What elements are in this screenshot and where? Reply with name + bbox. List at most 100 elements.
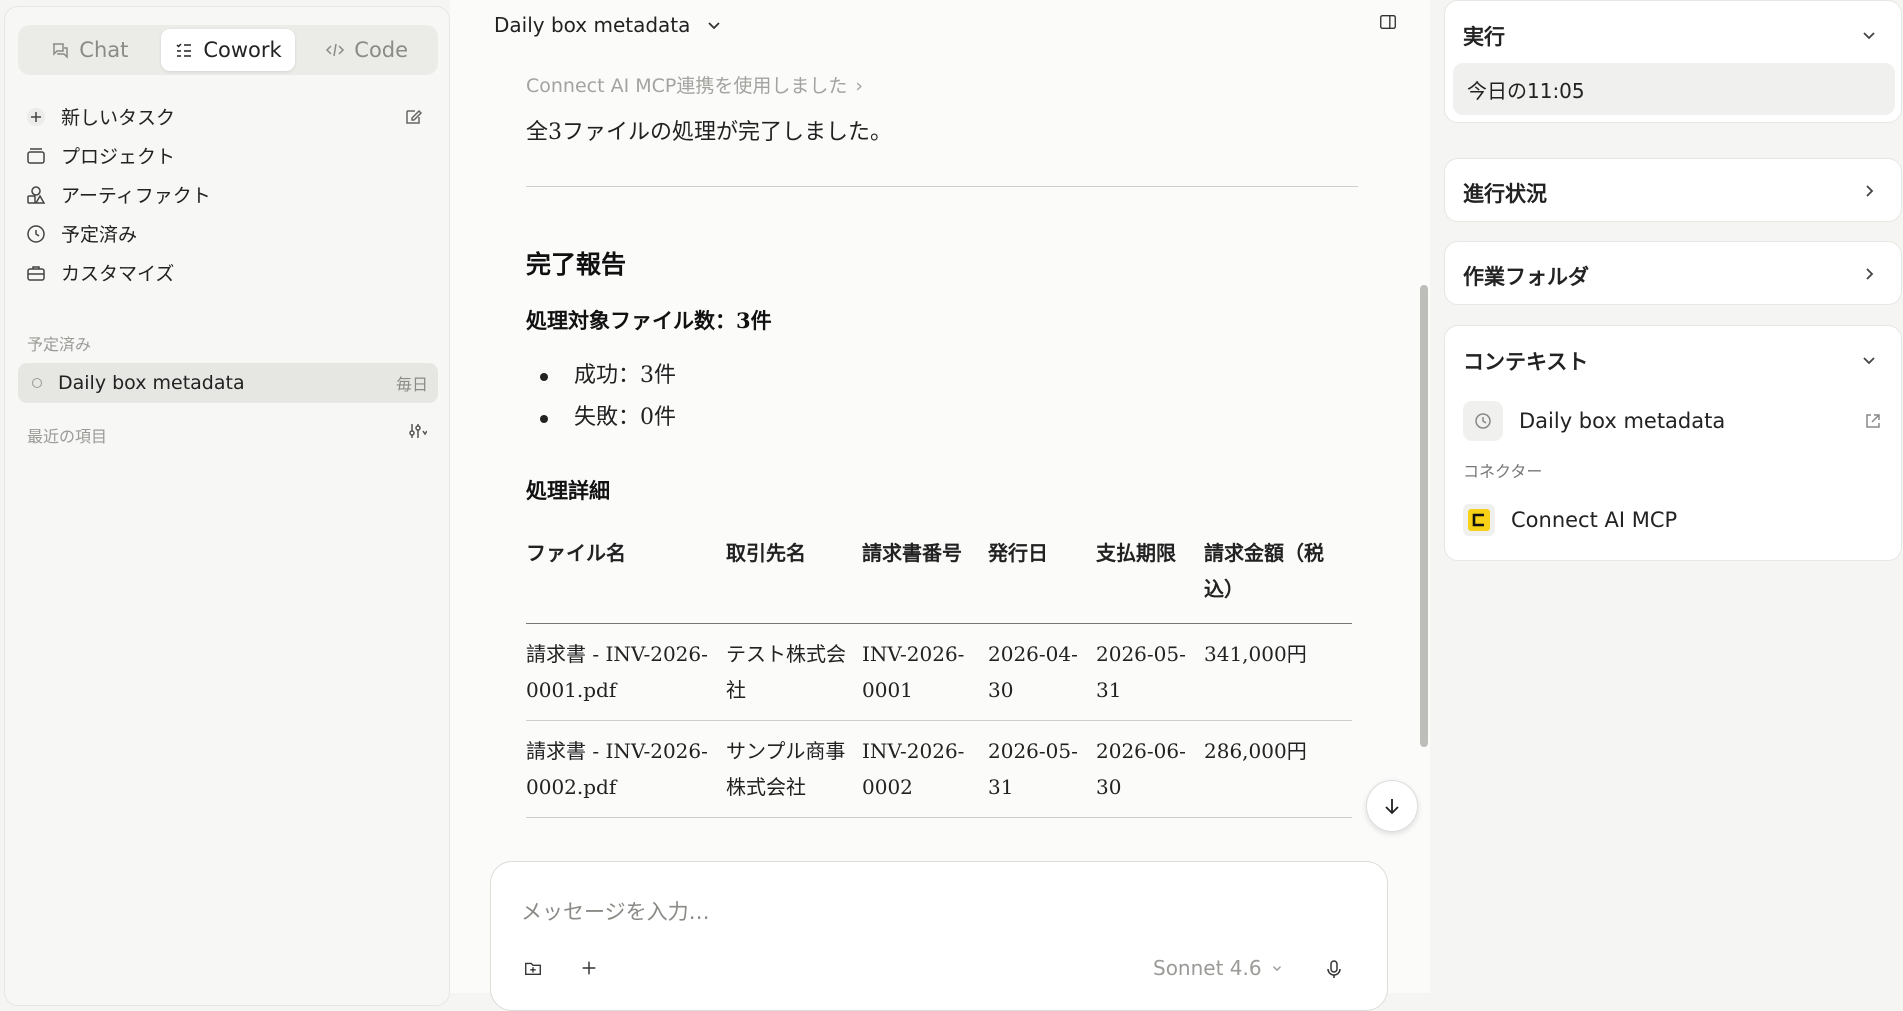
- column-header: ファイル名: [526, 535, 726, 624]
- sidebar-item-label: 予定済み: [61, 224, 138, 246]
- briefcase-icon: [27, 265, 45, 281]
- tab-chat[interactable]: Chat: [22, 29, 157, 71]
- sidebar-nav: 新しいタスク プロジェクト アーティファクト 予定済み カスタマイズ: [25, 97, 425, 292]
- scrollbar[interactable]: [1420, 285, 1428, 747]
- clock-icon: [27, 224, 45, 243]
- model-selector[interactable]: Sonnet 4.6: [1153, 956, 1284, 980]
- model-label: Sonnet 4.6: [1153, 956, 1262, 980]
- chevron-right-icon: [1866, 268, 1874, 280]
- count-heading: 処理対象ファイル数：3件: [526, 308, 772, 333]
- plus-icon: [27, 107, 45, 126]
- table-cell: 341,000円: [1204, 623, 1352, 721]
- list-item: 失敗：0件: [526, 397, 1358, 439]
- run-time: 今日の11:05: [1453, 63, 1895, 115]
- message-input[interactable]: メッセージを入力…: [521, 896, 710, 926]
- chevron-right-icon: ›: [855, 75, 863, 97]
- tab-code[interactable]: Code: [299, 29, 434, 71]
- arrow-down-icon: [1385, 799, 1399, 815]
- conversation-title[interactable]: Daily box metadata: [494, 10, 724, 40]
- table-cell: 請求書 - INV-2026-0002.pdf: [526, 720, 726, 818]
- run-title: 実行: [1463, 25, 1505, 49]
- sidebar-item-label: カスタマイズ: [61, 263, 175, 285]
- tab-code-label: Code: [354, 38, 409, 62]
- tab-cowork[interactable]: Cowork: [160, 29, 296, 71]
- context-panel: コンテキスト Daily box metadata コネクター Connect …: [1444, 325, 1902, 561]
- recent-section-label: 最近の項目: [27, 427, 108, 446]
- tab-chat-label: Chat: [79, 38, 129, 62]
- connector-section-label: コネクター: [1463, 462, 1543, 481]
- composer: メッセージを入力… Sonnet 4.6: [490, 861, 1388, 1011]
- details-table: ファイル名 取引先名 請求書番号 発行日 支払期限 請求金額（税込） 請求書 -…: [526, 535, 1352, 818]
- table-cell: 請求書 - INV-2026-0001.pdf: [526, 623, 726, 721]
- connector-logo-icon: [1463, 504, 1495, 536]
- folder-icon: [27, 147, 45, 164]
- status-dot: [32, 378, 42, 388]
- sidebar-item-scheduled[interactable]: 予定済み: [25, 214, 425, 253]
- external-link-icon[interactable]: [1863, 411, 1883, 431]
- working-folder-title: 作業フォルダ: [1463, 265, 1589, 289]
- column-header: 支払期限: [1096, 535, 1204, 624]
- chevron-down-icon: [1272, 966, 1281, 972]
- mode-switch: Chat Cowork Code: [18, 25, 438, 75]
- code-icon: [326, 43, 345, 57]
- table-cell: テスト株式会社: [726, 623, 862, 721]
- sidebar-item-projects[interactable]: プロジェクト: [25, 136, 425, 175]
- table-row: 請求書 - INV-2026-0002.pdf サンプル商事株式会社 INV-2…: [526, 720, 1352, 818]
- table-cell: 2026-06-30: [1096, 720, 1204, 818]
- tool-use-summary[interactable]: Connect AI MCP連携を使用しました ›: [526, 71, 1358, 98]
- chevron-down-icon: [708, 22, 721, 30]
- column-header: 請求金額（税込）: [1204, 535, 1352, 624]
- context-task-item[interactable]: Daily box metadata: [1463, 401, 1883, 441]
- scheduled-task-item[interactable]: Daily box metadata 毎日: [18, 363, 438, 403]
- connector-item[interactable]: Connect AI MCP: [1463, 504, 1677, 536]
- working-folder-panel[interactable]: 作業フォルダ: [1444, 241, 1902, 305]
- scroll-down-button[interactable]: [1366, 780, 1418, 832]
- result-list: 成功：3件 失敗：0件: [526, 355, 1358, 439]
- sidebar-item-artifacts[interactable]: アーティファクト: [25, 175, 425, 214]
- table-cell: 2026-05-31: [1096, 623, 1204, 721]
- intro-text: 全3ファイルの処理が完了しました。: [526, 120, 892, 145]
- clock-icon: [1463, 401, 1503, 441]
- column-header: 請求書番号: [862, 535, 988, 624]
- chat-icon: [53, 43, 69, 59]
- table-cell: 2026-05-31: [988, 720, 1096, 818]
- plus-icon[interactable]: [579, 958, 599, 978]
- page-title: Daily box metadata: [494, 13, 691, 37]
- filter-icon[interactable]: [407, 421, 427, 441]
- scheduled-task-label: Daily box metadata: [58, 372, 245, 394]
- run-panel: 実行 今日の11:05: [1444, 0, 1902, 123]
- divider: [526, 186, 1358, 187]
- details-heading: 処理詳細: [526, 478, 610, 503]
- chevron-right-icon: [1866, 185, 1874, 197]
- tool-use-label: Connect AI MCP連携を使用しました: [526, 75, 848, 97]
- table-cell: INV-2026-0001: [862, 623, 988, 721]
- sidebar-item-label: プロジェクト: [61, 146, 176, 168]
- table-cell: サンプル商事株式会社: [726, 720, 862, 818]
- connector-label: Connect AI MCP: [1511, 508, 1678, 532]
- scheduled-task-frequency: 毎日: [395, 375, 428, 394]
- column-header: 取引先名: [726, 535, 862, 624]
- sidebar-item-customize[interactable]: カスタマイズ: [25, 253, 425, 292]
- sidebar-item-new-task[interactable]: 新しいタスク: [25, 97, 425, 136]
- progress-panel[interactable]: 進行状況: [1444, 158, 1902, 222]
- table-row: 請求書 - INV-2026-0001.pdf テスト株式会社 INV-2026…: [526, 623, 1352, 721]
- sidebar: Chat Cowork Code 新しいタスク プロジェクト アーティファクト …: [4, 6, 450, 1006]
- column-header: 発行日: [988, 535, 1096, 624]
- shapes-icon: [27, 185, 46, 204]
- table-cell: 286,000円: [1204, 720, 1352, 818]
- table-header-row: ファイル名 取引先名 請求書番号 発行日 支払期限 請求金額（税込）: [526, 535, 1352, 624]
- compose-icon[interactable]: [403, 107, 423, 127]
- context-title: コンテキスト: [1463, 350, 1589, 374]
- folder-add-icon[interactable]: [523, 958, 543, 978]
- scheduled-section-label: 予定済み: [27, 335, 92, 354]
- sidebar-toggle-icon[interactable]: [1378, 12, 1398, 32]
- chevron-down-icon[interactable]: [1859, 350, 1879, 370]
- chevron-down-icon[interactable]: [1859, 25, 1879, 45]
- report-heading: 完了報告: [526, 250, 627, 279]
- checklist-icon: [176, 43, 192, 57]
- progress-title: 進行状況: [1463, 182, 1547, 206]
- sidebar-item-label: 新しいタスク: [61, 107, 176, 129]
- table-cell: INV-2026-0002: [862, 720, 988, 818]
- tab-cowork-label: Cowork: [203, 38, 282, 62]
- microphone-icon[interactable]: [1323, 958, 1345, 980]
